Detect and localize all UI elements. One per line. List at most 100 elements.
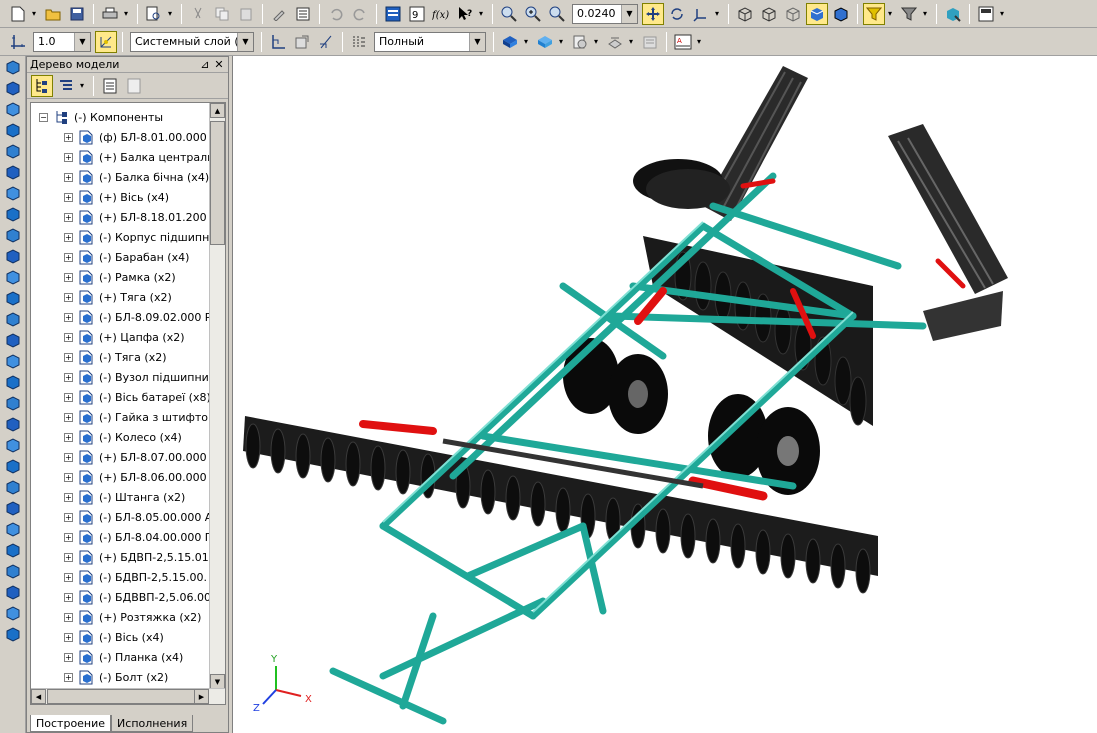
- tree-item[interactable]: + (+) БЛ-8.18.01.200 Ва: [64, 207, 224, 227]
- scale-combo[interactable]: 1.0 ▼: [33, 31, 91, 52]
- tree-item[interactable]: + (-) Корпус підшипника: [64, 227, 225, 247]
- tree-item[interactable]: + (-) Тяга (x2): [64, 347, 167, 367]
- mirror-icon[interactable]: [2, 540, 24, 560]
- orient-icon[interactable]: [690, 3, 712, 25]
- shaded-icon[interactable]: [806, 2, 828, 25]
- zoom-in-icon[interactable]: [522, 3, 544, 25]
- material-icon[interactable]: [534, 31, 556, 53]
- library-icon[interactable]: [2, 456, 24, 476]
- expand-icon[interactable]: +: [64, 532, 73, 542]
- tree-item[interactable]: + (-) Штанга (x2): [64, 487, 185, 507]
- tree-structure-icon[interactable]: [31, 74, 53, 97]
- expand-icon[interactable]: +: [64, 592, 73, 602]
- preview-dropdown-icon[interactable]: ▾: [166, 3, 174, 25]
- move-icon[interactable]: [2, 561, 24, 581]
- expand-icon[interactable]: +: [64, 352, 73, 362]
- filter-dropdown-icon[interactable]: ▾: [886, 3, 894, 25]
- tree-item[interactable]: + (-) БЛ-8.09.02.000 Р: [64, 307, 211, 327]
- pan-icon[interactable]: [642, 2, 664, 25]
- paste-icon[interactable]: [235, 3, 257, 25]
- scroll-up-icon[interactable]: ▲: [210, 103, 225, 118]
- expand-icon[interactable]: +: [64, 572, 73, 582]
- assembly-icon[interactable]: [2, 309, 24, 329]
- preview-icon[interactable]: [143, 3, 165, 25]
- expand-icon[interactable]: +: [64, 172, 73, 182]
- tree-item[interactable]: + (+) Розтяжка (x2): [64, 607, 201, 627]
- zoom-scale-icon[interactable]: [546, 3, 568, 25]
- chamfer-icon[interactable]: [2, 498, 24, 518]
- tree-item[interactable]: + (+) Тяга (x2): [64, 287, 172, 307]
- filter-tools-icon[interactable]: [2, 204, 24, 224]
- collapse-icon[interactable]: −: [39, 112, 48, 122]
- section-icon[interactable]: [315, 31, 337, 53]
- snap-step-icon[interactable]: [7, 31, 29, 53]
- print-dropdown-icon[interactable]: ▾: [122, 3, 130, 25]
- help-dropdown-icon[interactable]: ▾: [477, 3, 485, 25]
- render-mode-combo[interactable]: Полный ▼: [374, 31, 486, 52]
- tree-item[interactable]: + (-) БЛ-8.04.00.000 Г: [64, 527, 212, 547]
- expand-icon[interactable]: +: [64, 552, 73, 562]
- color-dropdown-icon[interactable]: ▾: [522, 31, 530, 53]
- expand-icon[interactable]: +: [64, 372, 73, 382]
- tree-item[interactable]: + (-) Планка (x4): [64, 647, 183, 667]
- manager-icon[interactable]: [382, 3, 404, 25]
- layer-combo[interactable]: Системный слой (0) ▼: [130, 31, 254, 52]
- place-icon[interactable]: [2, 582, 24, 602]
- tree-item[interactable]: + (-) БДВВП-2,5.06.00: [64, 587, 211, 607]
- tab-versions[interactable]: Исполнения: [111, 715, 194, 732]
- measure-tools-icon[interactable]: [2, 183, 24, 203]
- status-icon[interactable]: [975, 3, 997, 25]
- help-cursor-icon[interactable]: ?: [454, 3, 476, 25]
- tree-item[interactable]: + (-) Болт (x2): [64, 667, 168, 687]
- tree-item[interactable]: + (+) Цапфа (x2): [64, 327, 185, 347]
- fillet-icon[interactable]: [2, 477, 24, 497]
- editing-icon[interactable]: [2, 288, 24, 308]
- curve-icon[interactable]: [2, 99, 24, 119]
- scroll-right-icon[interactable]: ▶: [194, 689, 209, 704]
- expand-icon[interactable]: +: [64, 292, 73, 302]
- tree-item[interactable]: + (+) Балка центральна: [64, 147, 225, 167]
- mates-icon[interactable]: [2, 330, 24, 350]
- coordinate-icon[interactable]: [267, 31, 289, 53]
- expand-icon[interactable]: +: [64, 652, 73, 662]
- scroll-thumb[interactable]: [47, 689, 207, 704]
- close-icon[interactable]: ✕: [212, 58, 226, 71]
- tree-item[interactable]: + (+) БЛ-8.07.00.000: [64, 447, 207, 467]
- tree-item[interactable]: + (-) Гайка з штифтом: [64, 407, 216, 427]
- tree-view-dropdown-icon[interactable]: ▾: [78, 75, 86, 97]
- measure-dropdown-icon[interactable]: ▾: [592, 31, 600, 53]
- expand-icon[interactable]: +: [64, 212, 73, 222]
- horizontal-scrollbar[interactable]: ◀ ▶: [31, 688, 225, 704]
- insert-component-icon[interactable]: [2, 351, 24, 371]
- expand-icon[interactable]: +: [64, 312, 73, 322]
- tree-item[interactable]: + (-) Рамка (x2): [64, 267, 176, 287]
- expand-icon[interactable]: +: [64, 192, 73, 202]
- tree-properties-icon[interactable]: [123, 75, 145, 97]
- expand-icon[interactable]: +: [64, 492, 73, 502]
- filter-icon[interactable]: [863, 2, 885, 25]
- status-dropdown-icon[interactable]: ▾: [998, 3, 1006, 25]
- chevron-down-icon[interactable]: ▼: [469, 32, 485, 51]
- spec-icon[interactable]: A: [672, 31, 694, 53]
- cut-icon[interactable]: [187, 3, 209, 25]
- macro-icon[interactable]: [2, 624, 24, 644]
- spec-tools-icon[interactable]: [2, 225, 24, 245]
- tree-item[interactable]: + (ф) БЛ-8.01.00.000 Р: [64, 127, 217, 147]
- copy-icon[interactable]: [211, 3, 233, 25]
- expand-icon[interactable]: +: [64, 252, 73, 262]
- rotate-icon[interactable]: [666, 3, 688, 25]
- tree-item[interactable]: + (-) Балка бічна (x4): [64, 167, 209, 187]
- select-dropdown-icon[interactable]: ▾: [921, 3, 929, 25]
- shape-icon[interactable]: [2, 78, 24, 98]
- tree-item[interactable]: + (-) Вісь (x4): [64, 627, 164, 647]
- tree-document-icon[interactable]: [99, 75, 121, 97]
- chevron-down-icon[interactable]: ▼: [74, 32, 90, 51]
- fragment-icon[interactable]: [639, 31, 661, 53]
- zoom-combo[interactable]: 0.0240 ▼: [572, 3, 638, 24]
- new-file-dropdown-icon[interactable]: ▾: [30, 3, 38, 25]
- redo-icon[interactable]: [349, 3, 371, 25]
- cut-extrude-icon[interactable]: [2, 414, 24, 434]
- tree-root-item[interactable]: − (-) Компоненты: [39, 107, 163, 127]
- pin-icon[interactable]: ⊿: [198, 58, 212, 71]
- expand-icon[interactable]: +: [64, 152, 73, 162]
